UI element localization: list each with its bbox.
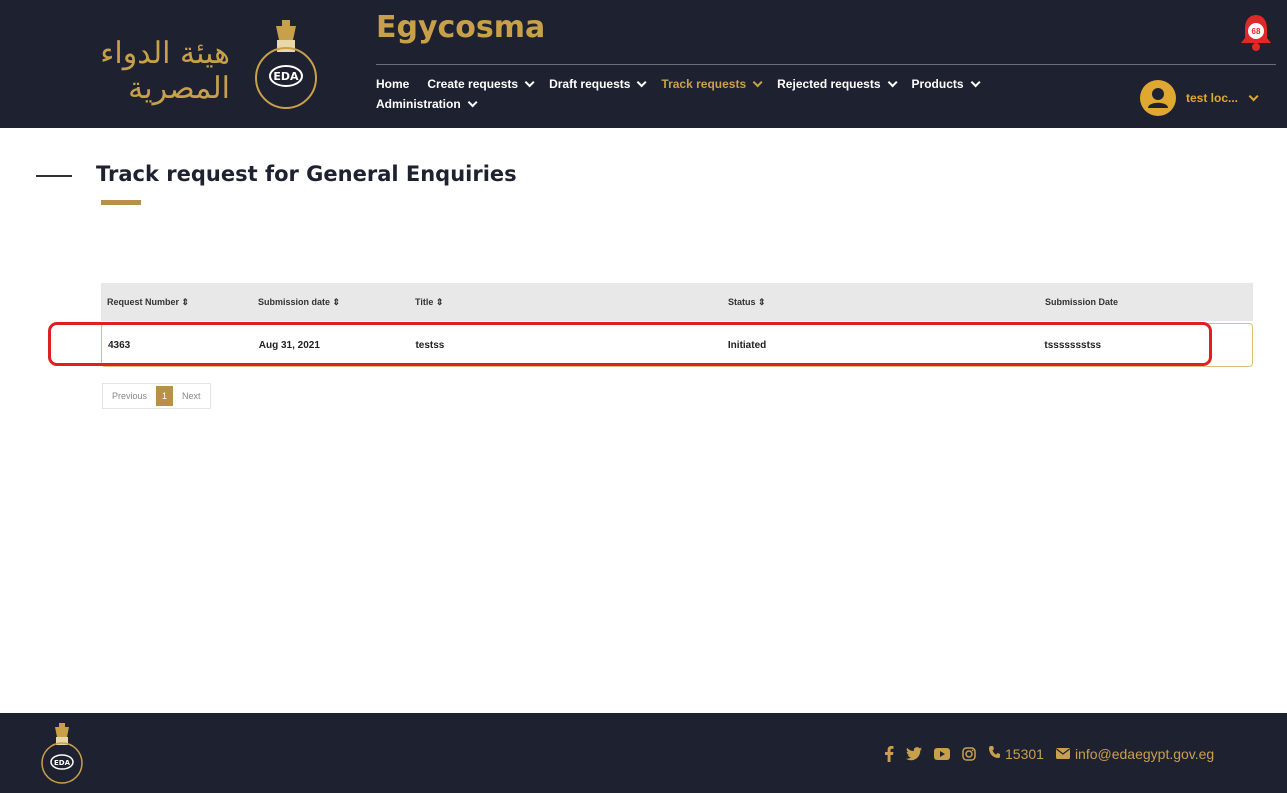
nav-home[interactable]: Home bbox=[376, 76, 409, 92]
footer: EDA 15301 info@edaegypt.gov.eg bbox=[0, 713, 1287, 793]
nav-rejected-requests-label: Rejected requests bbox=[777, 77, 881, 91]
chevron-down-icon bbox=[752, 76, 763, 87]
column-header-submission-date-2[interactable]: Submission Date bbox=[1045, 297, 1253, 307]
nav-products[interactable]: Products bbox=[911, 76, 981, 92]
requests-table: Request Number ⇕ Submission date ⇕ Title… bbox=[101, 283, 1253, 367]
nav-create-requests-label: Create requests bbox=[427, 77, 519, 91]
youtube-icon[interactable] bbox=[934, 747, 950, 760]
nav-products-label: Products bbox=[911, 77, 964, 91]
svg-text:EDA: EDA bbox=[273, 70, 299, 83]
svg-text:EDA: EDA bbox=[54, 759, 71, 767]
nav-home-label: Home bbox=[376, 77, 410, 91]
pagination-previous[interactable]: Previous bbox=[103, 384, 156, 408]
column-header-title[interactable]: Title ⇕ bbox=[415, 297, 728, 308]
chevron-down-icon[interactable] bbox=[1248, 90, 1259, 101]
footer-eda-emblem-icon: EDA bbox=[34, 723, 90, 785]
phone-icon bbox=[988, 745, 1000, 762]
pagination-page-current[interactable]: 1 bbox=[156, 386, 174, 406]
phone-contact[interactable]: 15301 bbox=[988, 745, 1044, 762]
cell-submission-date-2: tssssssstss bbox=[1044, 339, 1102, 351]
app-title[interactable]: Egycosma bbox=[376, 10, 545, 45]
main-nav: Home Create requests Draft requests Trac… bbox=[376, 76, 1116, 112]
top-header: هيئة الدواء المصرية EDA Egycosma Home Cr… bbox=[0, 0, 1287, 128]
column-header-submission-date[interactable]: Submission date ⇕ bbox=[258, 297, 415, 308]
chevron-down-icon bbox=[467, 96, 478, 107]
phone-number: 15301 bbox=[1005, 745, 1044, 762]
nav-track-requests-label: Track requests bbox=[661, 77, 747, 91]
nav-create-requests[interactable]: Create requests bbox=[427, 76, 535, 92]
chevron-down-icon bbox=[970, 76, 981, 87]
table-row[interactable]: 4363 Aug 31, 2021 testss Initiated tssss… bbox=[101, 323, 1253, 367]
facebook-icon[interactable] bbox=[884, 745, 894, 762]
envelope-icon bbox=[1055, 746, 1070, 762]
cell-title: testss bbox=[415, 339, 445, 351]
nav-draft-requests[interactable]: Draft requests bbox=[549, 76, 647, 92]
twitter-icon[interactable] bbox=[906, 746, 922, 761]
nav-draft-requests-label: Draft requests bbox=[549, 77, 631, 91]
footer-contact: 15301 info@edaegypt.gov.eg bbox=[884, 745, 1214, 762]
notification-count: 68 bbox=[1252, 27, 1261, 36]
nav-rejected-requests[interactable]: Rejected requests bbox=[777, 76, 898, 92]
cell-submission-date: Aug 31, 2021 bbox=[258, 339, 320, 351]
cell-request-number: 4363 bbox=[108, 339, 131, 351]
instagram-icon[interactable] bbox=[962, 746, 976, 761]
user-name: test loc... bbox=[1186, 91, 1239, 105]
column-header-status[interactable]: Status ⇕ bbox=[728, 297, 1045, 308]
chevron-down-icon bbox=[887, 76, 898, 87]
title-decor-line bbox=[36, 175, 72, 177]
email-contact[interactable]: info@edaegypt.gov.eg bbox=[1055, 745, 1215, 762]
title-underline bbox=[101, 200, 141, 205]
table-header: Request Number ⇕ Submission date ⇕ Title… bbox=[101, 283, 1253, 321]
user-menu[interactable]: test loc... bbox=[1140, 80, 1259, 116]
chevron-down-icon bbox=[524, 76, 535, 87]
page-title: Track request for General Enquiries bbox=[96, 162, 517, 186]
email-address: info@edaegypt.gov.eg bbox=[1074, 745, 1215, 762]
nav-track-requests[interactable]: Track requests bbox=[661, 76, 763, 92]
chevron-down-icon bbox=[637, 76, 647, 87]
arabic-logo[interactable]: هيئة الدواء المصرية bbox=[30, 36, 230, 106]
nav-administration[interactable]: Administration bbox=[376, 96, 1116, 112]
eda-emblem-icon[interactable]: EDA bbox=[246, 20, 326, 112]
cell-status: Initiated bbox=[727, 339, 767, 351]
notification-bell-icon[interactable]: 68 bbox=[1238, 12, 1274, 52]
nav-divider bbox=[376, 64, 1276, 65]
pagination-next[interactable]: Next bbox=[173, 384, 210, 408]
column-header-request-number[interactable]: Request Number ⇕ bbox=[101, 297, 258, 308]
pagination: Previous 1 Next bbox=[102, 383, 211, 409]
avatar[interactable] bbox=[1140, 80, 1176, 116]
nav-administration-label: Administration bbox=[376, 97, 461, 111]
